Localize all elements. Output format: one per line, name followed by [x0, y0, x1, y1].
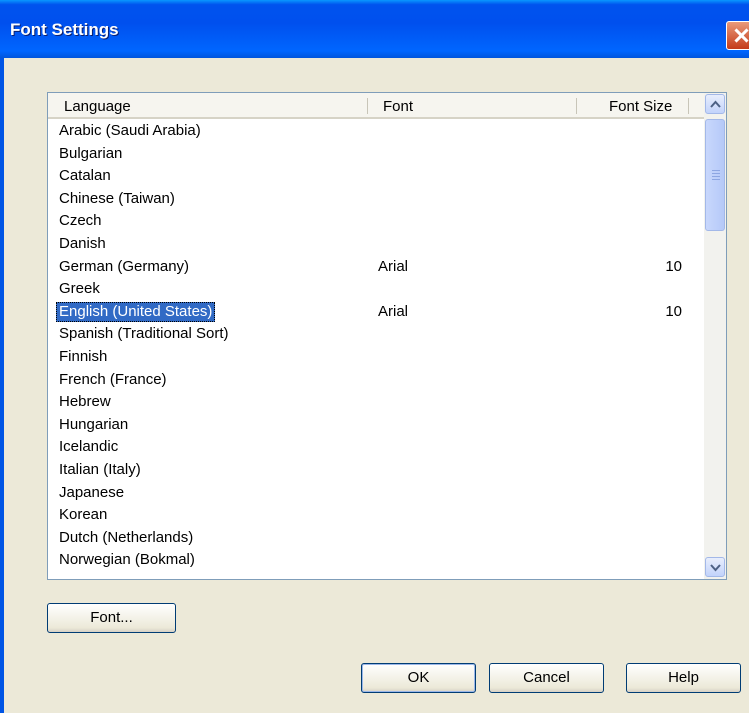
language-cell: Greek [59, 280, 100, 298]
list-item[interactable]: Danish [48, 233, 704, 256]
vertical-scrollbar[interactable] [704, 93, 726, 579]
chevron-down-icon[interactable] [705, 557, 725, 577]
font-cell: Arial [378, 302, 409, 320]
language-cell: English (United States) [56, 301, 216, 322]
language-cell: Spanish (Traditional Sort) [59, 325, 229, 343]
list-item[interactable]: Arabic (Saudi Arabia) [48, 120, 704, 143]
list-header: Language Font Font Size [48, 93, 704, 119]
list-item[interactable]: Icelandic [48, 436, 704, 459]
language-cell: Japanese [59, 483, 125, 501]
list-item[interactable]: German (Germany) Arial 10 [48, 256, 704, 279]
font-settings-dialog: Font Settings Language Font Font Size Ar… [0, 0, 749, 713]
column-header-font-size[interactable]: Font Size [609, 93, 672, 117]
language-cell: Hebrew [59, 393, 111, 411]
language-cell: Italian (Italy) [59, 460, 141, 478]
list-item[interactable]: Czech [48, 210, 704, 233]
cancel-button[interactable]: Cancel [489, 663, 604, 693]
language-cell: Dutch (Netherlands) [59, 528, 194, 546]
list-item[interactable]: Norwegian (Bokmal) [48, 549, 704, 572]
list-item[interactable]: Chinese (Taiwan) [48, 188, 704, 211]
language-cell: Bulgarian [59, 144, 123, 162]
column-header-language[interactable]: Language [64, 93, 131, 117]
column-divider[interactable] [688, 98, 689, 114]
language-font-list[interactable]: Language Font Font Size Arabic (Saudi Ar… [47, 92, 727, 580]
column-header-font[interactable]: Font [383, 93, 413, 117]
list-item[interactable]: English (United States) Arial 10 [48, 301, 704, 324]
language-cell: Chinese (Taiwan) [59, 189, 175, 207]
list-item[interactable]: Spanish (Traditional Sort) [48, 323, 704, 346]
language-cell: Finnish [59, 347, 108, 365]
list-item[interactable]: Greek [48, 278, 704, 301]
font-size-cell: 10 [665, 302, 682, 320]
list-item[interactable]: Italian (Italy) [48, 459, 704, 482]
list-item[interactable]: Catalan [48, 165, 704, 188]
list-item[interactable]: Hebrew [48, 391, 704, 414]
language-cell: Hungarian [59, 415, 129, 433]
language-cell: German (Germany) [59, 257, 190, 275]
font-button[interactable]: Font... [47, 603, 176, 633]
language-cell: Arabic (Saudi Arabia) [59, 122, 201, 139]
language-cell: Danish [59, 234, 106, 252]
list-item[interactable]: Korean [48, 504, 704, 527]
chevron-up-icon[interactable] [705, 94, 725, 114]
list-item[interactable]: French (France) [48, 369, 704, 392]
title-bar[interactable]: Font Settings [0, 0, 749, 58]
language-cell: French (France) [59, 370, 167, 388]
font-size-cell: 10 [665, 257, 682, 275]
column-divider[interactable] [576, 98, 577, 114]
list-item[interactable]: Japanese [48, 482, 704, 505]
language-cell: Korean [59, 506, 108, 524]
scrollbar-thumb[interactable] [705, 119, 725, 231]
language-cell: Norwegian (Bokmal) [59, 551, 195, 569]
window-border [0, 58, 4, 713]
close-icon[interactable] [726, 21, 749, 50]
ok-button[interactable]: OK [361, 663, 476, 693]
help-button[interactable]: Help [626, 663, 741, 693]
font-cell: Arial [378, 257, 409, 275]
list-item[interactable]: Finnish [48, 346, 704, 369]
column-divider[interactable] [367, 98, 368, 114]
window-title: Font Settings [10, 20, 119, 39]
language-cell: Icelandic [59, 438, 119, 456]
language-cell: Czech [59, 212, 102, 230]
language-cell: Catalan [59, 167, 111, 185]
list-rows: Arabic (Saudi Arabia) Bulgarian Catalan Chi… [48, 120, 704, 572]
list-item[interactable]: Dutch (Netherlands) [48, 527, 704, 550]
list-item[interactable]: Hungarian [48, 414, 704, 437]
list-item[interactable]: Bulgarian [48, 143, 704, 166]
